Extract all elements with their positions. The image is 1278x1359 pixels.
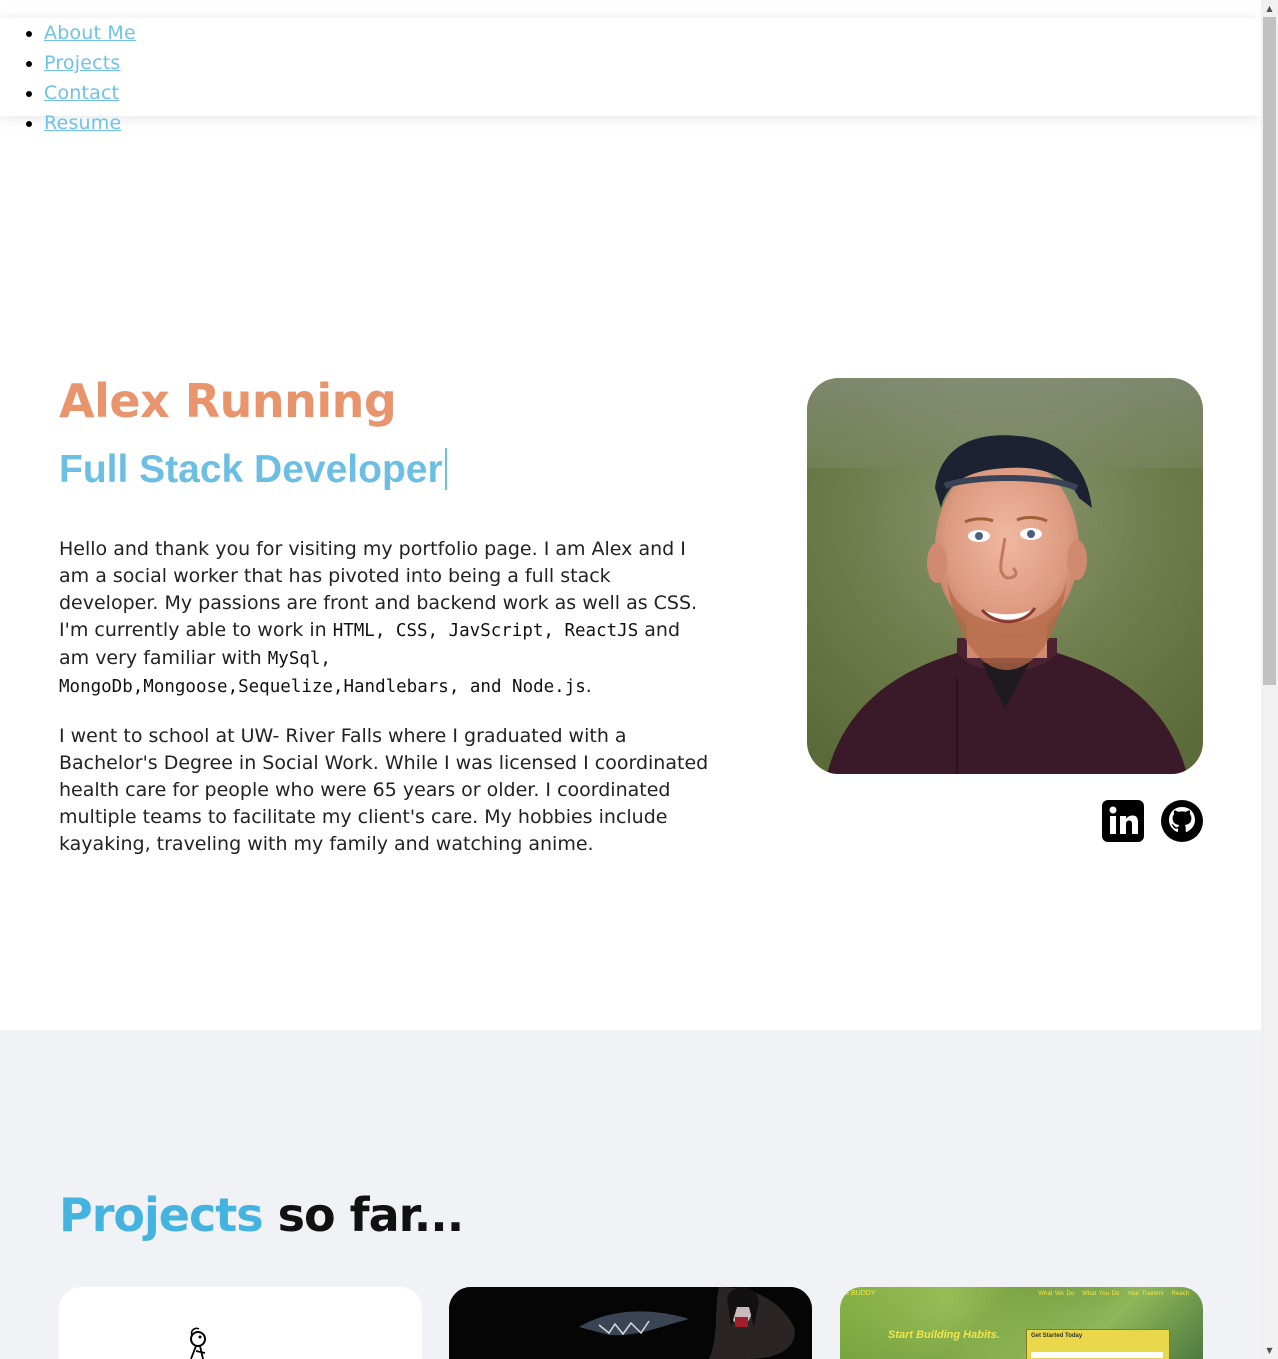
nav-list: About Me Projects Contact Resume — [0, 18, 136, 138]
bio: Hello and thank you for visiting my port… — [59, 536, 709, 880]
nav-item-contact: Contact — [44, 78, 136, 108]
project-card-1[interactable] — [59, 1287, 422, 1359]
profile-photo-image — [807, 378, 1203, 774]
scroll-down-icon[interactable]: ▼ — [1261, 1342, 1278, 1359]
bio-text-3: . — [585, 675, 592, 697]
projects-title: Projects so far... — [59, 1188, 465, 1242]
linkedin-icon[interactable] — [1102, 800, 1144, 842]
projects-title-accent: Projects — [59, 1188, 264, 1242]
card3-form: Get Started Today — [1026, 1329, 1170, 1359]
fitness-thumbnail: N BUDDY What We Do What You Do Your Trai… — [840, 1287, 1203, 1359]
dark-fantasy-thumbnail — [449, 1287, 812, 1359]
card3-nav-item: Your Trainers — [1127, 1291, 1164, 1297]
nav-link-about-me[interactable]: About Me — [44, 22, 136, 44]
bio-code-skills: HTML, CSS, JavScript, ReactJS — [332, 621, 639, 641]
profile-photo — [807, 378, 1203, 774]
page: About Me Projects Contact Resume Alex Ru… — [0, 0, 1261, 1359]
nav-link-projects[interactable]: Projects — [44, 52, 121, 74]
nav-link-resume[interactable]: Resume — [44, 112, 121, 134]
github-icon[interactable] — [1161, 800, 1203, 842]
nav-item-about: About Me — [44, 18, 136, 48]
hero-role-text: Full Stack Developer — [59, 448, 443, 491]
project-card-2[interactable] — [449, 1287, 812, 1359]
bio-paragraph-1: Hello and thank you for visiting my port… — [59, 536, 709, 701]
hero-name: Alex Running — [59, 374, 397, 428]
bio-paragraph-2: I went to school at UW- River Falls wher… — [59, 725, 709, 855]
project-card-3[interactable]: N BUDDY What We Do What You Do Your Trai… — [840, 1287, 1203, 1359]
scroll-up-icon[interactable]: ▲ — [1261, 0, 1278, 17]
nav-item-resume: Resume — [44, 108, 136, 138]
hero-role: Full Stack Developer — [59, 448, 447, 492]
nav-item-projects: Projects — [44, 48, 136, 78]
nav-link-contact[interactable]: Contact — [44, 82, 119, 104]
doodle-thumbnail — [190, 1327, 206, 1359]
card3-nav-item: Reach — [1171, 1291, 1189, 1297]
typing-cursor — [444, 448, 447, 490]
card3-form-field — [1031, 1352, 1163, 1358]
card3-brand: N BUDDY — [844, 1290, 876, 1297]
page-scrollbar[interactable]: ▲ ▼ — [1261, 0, 1278, 1359]
card3-nav-item: What We Do — [1038, 1291, 1075, 1297]
navbar — [0, 18, 1261, 116]
card3-form-title: Get Started Today — [1031, 1333, 1083, 1339]
projects-title-rest: so far... — [262, 1188, 465, 1242]
scroll-thumb[interactable] — [1263, 17, 1276, 685]
card3-headline: Start Building Habits. — [888, 1329, 1000, 1341]
card3-nav-item: What You Do — [1082, 1291, 1120, 1297]
card3-nav: What We Do What You Do Your Trainers Rea… — [1038, 1291, 1189, 1297]
